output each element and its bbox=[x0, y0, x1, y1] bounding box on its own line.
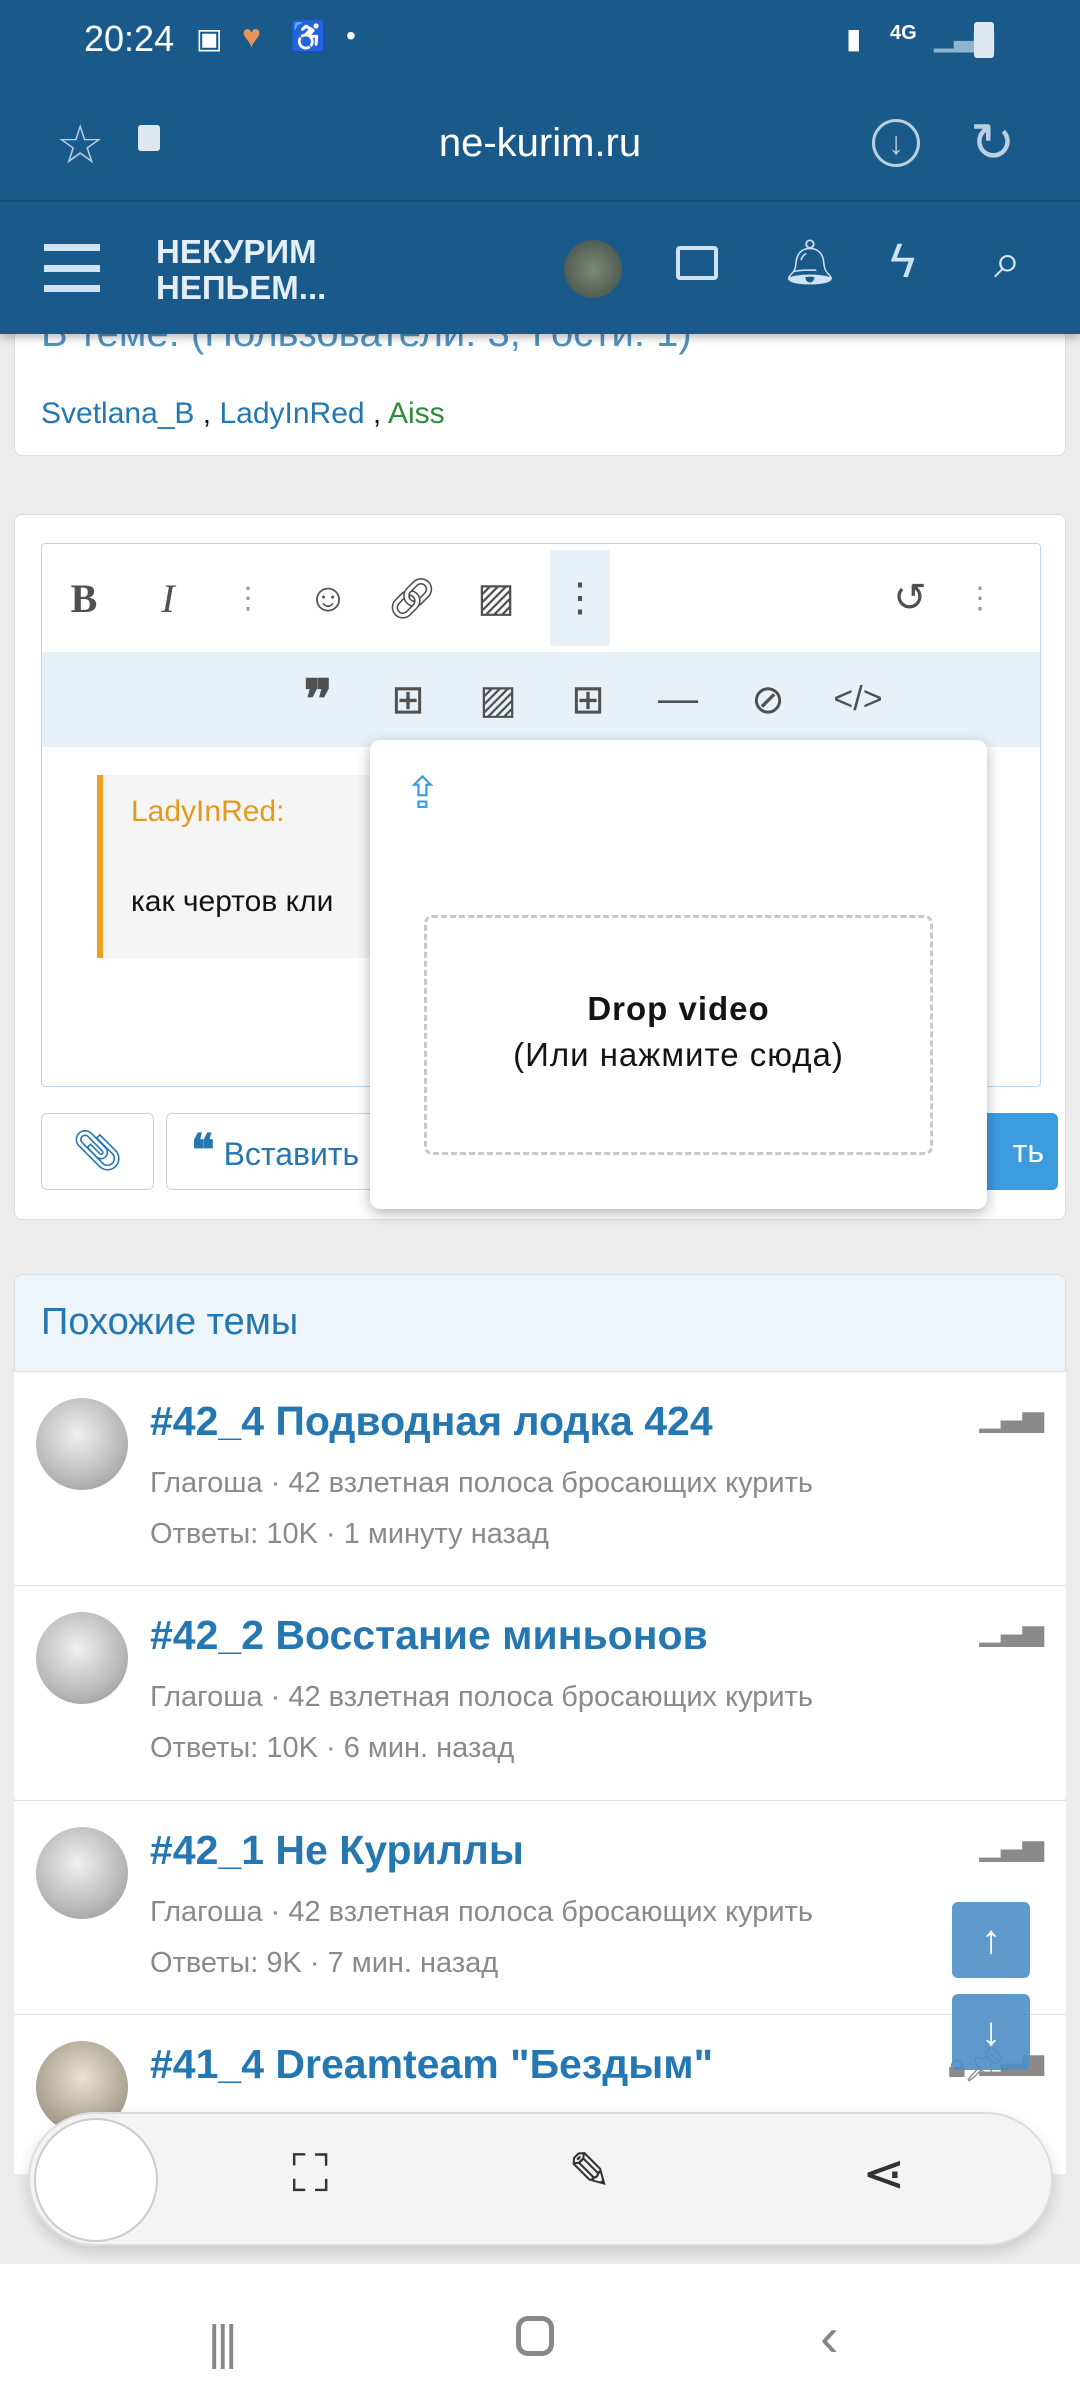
thread-title[interactable]: #42_1 Не Куриллы bbox=[150, 1827, 524, 1874]
stats-icon: ▁▃▅ bbox=[979, 1615, 1044, 1646]
battery-icon bbox=[974, 22, 994, 58]
image-icon[interactable]: ▨ bbox=[466, 575, 526, 621]
quote-text: как чертов кли bbox=[131, 885, 334, 918]
user-link[interactable]: Aiss bbox=[388, 397, 445, 430]
code-icon[interactable]: </> bbox=[828, 680, 888, 719]
quote-icon: ❝ bbox=[191, 1126, 215, 1175]
network-type: 4G bbox=[890, 22, 917, 44]
drop-title: Drop video bbox=[587, 990, 770, 1027]
thread-meta: Ответы: 9K · 7 мин. назад bbox=[150, 1947, 499, 1979]
logo-line-2: НЕПЬЕМ... bbox=[156, 269, 327, 306]
user-link[interactable]: LadyInRed bbox=[219, 397, 364, 430]
thread-row[interactable]: #42_1 Не Куриллы Глагоша · 42 взлетная п… bbox=[14, 1800, 1066, 2014]
thread-row[interactable]: #42_4 Подводная лодка 424 Глагоша · 42 в… bbox=[14, 1371, 1066, 1585]
status-bar: 20:24 ▣ ♥ ♿ • ▮ 4G ▁▃▅ bbox=[0, 0, 1080, 85]
thread-author: Глагоша · 42 взлетная полоса бросающих к… bbox=[150, 1681, 814, 1713]
avatar[interactable] bbox=[564, 240, 622, 298]
thread-avatar[interactable] bbox=[36, 1827, 128, 1919]
toolbar-row-1: B I ⋮ ☺ 🔗︎ ▨ ⋮ ↺ ⋮ bbox=[42, 544, 1040, 652]
thread-title[interactable]: #42_4 Подводная лодка 424 bbox=[150, 1398, 713, 1445]
reload-icon[interactable]: ↻ bbox=[970, 111, 1015, 174]
bell-icon[interactable]: 🔔︎ bbox=[782, 236, 838, 288]
insert-label: Вставить bbox=[223, 1136, 360, 1172]
separator: , bbox=[364, 397, 388, 430]
clock: 20:24 bbox=[84, 18, 175, 59]
thread-avatar[interactable] bbox=[36, 1398, 128, 1490]
thread-row[interactable]: #42_2 Восстание миньонов Глагоша · 42 вз… bbox=[14, 1585, 1066, 1799]
menu-icon[interactable] bbox=[44, 244, 100, 292]
accessibility-icon: ♿ bbox=[290, 21, 328, 54]
separator: , bbox=[194, 397, 220, 430]
back-button[interactable]: ‹ bbox=[820, 2304, 839, 2369]
quote-author[interactable]: LadyInRed: bbox=[131, 795, 284, 829]
logo-line-1: НЕКУРИМ bbox=[156, 233, 317, 270]
scroll-capture-icon[interactable]: ⛶ bbox=[292, 2144, 328, 2205]
table-icon[interactable]: ⊞ bbox=[558, 677, 618, 723]
online-users-list: Svetlana_B , LadyInRed , Aiss bbox=[41, 397, 445, 431]
search-icon[interactable]: ⌕ bbox=[994, 234, 1021, 290]
battery-saver-icon: ▮ bbox=[846, 23, 862, 54]
video-drop-zone[interactable]: Drop video (Или нажмите сюда) bbox=[424, 915, 933, 1155]
spoiler-icon[interactable]: ⊘ bbox=[738, 677, 798, 723]
thread-meta: Ответы: 10K · 6 мин. назад bbox=[150, 1732, 515, 1764]
bold-button[interactable]: B bbox=[54, 575, 114, 622]
download-icon[interactable]: ↓ bbox=[872, 119, 920, 167]
post-reply-label: ть bbox=[1012, 1133, 1044, 1169]
scroll-down-button[interactable]: ↓ bbox=[952, 1994, 1030, 2070]
home-button[interactable] bbox=[516, 2316, 554, 2356]
screenshot-toolbar: ⛶ ✎ ⋖ bbox=[28, 2112, 1053, 2246]
thread-author: Глагоша · 42 взлетная полоса бросающих к… bbox=[150, 1896, 814, 1928]
thread-meta: Ответы: 10K · 1 минуту назад bbox=[150, 1518, 549, 1550]
more-insert-icon[interactable]: ⋮ bbox=[550, 550, 610, 646]
gallery-icon[interactable]: ▨ bbox=[468, 677, 528, 723]
user-link[interactable]: Svetlana_B bbox=[41, 397, 194, 430]
health-icon: ♥ bbox=[242, 18, 261, 54]
site-header: НЕКУРИМ НЕПЬЕМ... 🔔︎ ϟ ⌕ bbox=[0, 202, 1080, 334]
more-text-icon[interactable]: ⋮ bbox=[218, 581, 278, 616]
browser-address-bar: ☆ ne-kurim.ru ↓ ↻ bbox=[0, 85, 1080, 202]
attach-button[interactable]: 📎︎ bbox=[41, 1113, 154, 1190]
video-icon[interactable]: ⊞ bbox=[378, 677, 438, 723]
screenshot-thumbnail[interactable] bbox=[34, 2118, 158, 2242]
upload-icon[interactable]: ⇪ bbox=[404, 768, 441, 819]
hr-icon[interactable]: — bbox=[648, 677, 708, 722]
crop-edit-icon[interactable]: ✎ bbox=[568, 2142, 612, 2202]
thread-avatar[interactable] bbox=[36, 1612, 128, 1704]
drop-subtitle: (Или нажмите сюда) bbox=[513, 1036, 844, 1073]
navigation-bar: ||| ‹ bbox=[0, 2264, 1080, 2400]
scroll-up-button[interactable]: ↑ bbox=[952, 1902, 1030, 1978]
thread-title[interactable]: #41_4 Dreamteam "Бездым" bbox=[150, 2041, 713, 2088]
lightning-icon[interactable]: ϟ bbox=[890, 234, 915, 289]
share-icon[interactable]: ⋖ bbox=[862, 2144, 906, 2204]
quote-icon[interactable]: ❞ bbox=[288, 668, 348, 731]
italic-button[interactable]: I bbox=[138, 575, 198, 622]
toolbar-row-2: ❞ ⊞ ▨ ⊞ — ⊘ </> bbox=[42, 652, 1040, 747]
similar-header: Похожие темы bbox=[15, 1275, 1065, 1372]
undo-icon[interactable]: ↺ bbox=[880, 575, 940, 621]
smiley-icon[interactable]: ☺ bbox=[298, 576, 358, 621]
stats-icon: ▁▃▅ bbox=[979, 1830, 1044, 1861]
stats-icon: ▁▃▅ bbox=[979, 1401, 1044, 1432]
thread-author: Глагоша · 42 взлетная полоса бросающих к… bbox=[150, 1467, 814, 1499]
site-logo[interactable]: НЕКУРИМ НЕПЬЕМ... bbox=[156, 234, 326, 306]
recent-apps-button[interactable]: ||| bbox=[208, 2316, 237, 2371]
mail-icon[interactable] bbox=[676, 246, 718, 280]
gallery-icon: ▣ bbox=[196, 23, 223, 54]
video-upload-popup: ⇪ Drop video (Или нажмите сюда) bbox=[370, 740, 987, 1209]
dot-icon: • bbox=[346, 20, 356, 51]
more-options-icon[interactable]: ⋮ bbox=[950, 581, 1010, 616]
link-icon[interactable]: 🔗︎ bbox=[382, 575, 442, 622]
thread-title[interactable]: #42_2 Восстание миньонов bbox=[150, 1612, 708, 1659]
